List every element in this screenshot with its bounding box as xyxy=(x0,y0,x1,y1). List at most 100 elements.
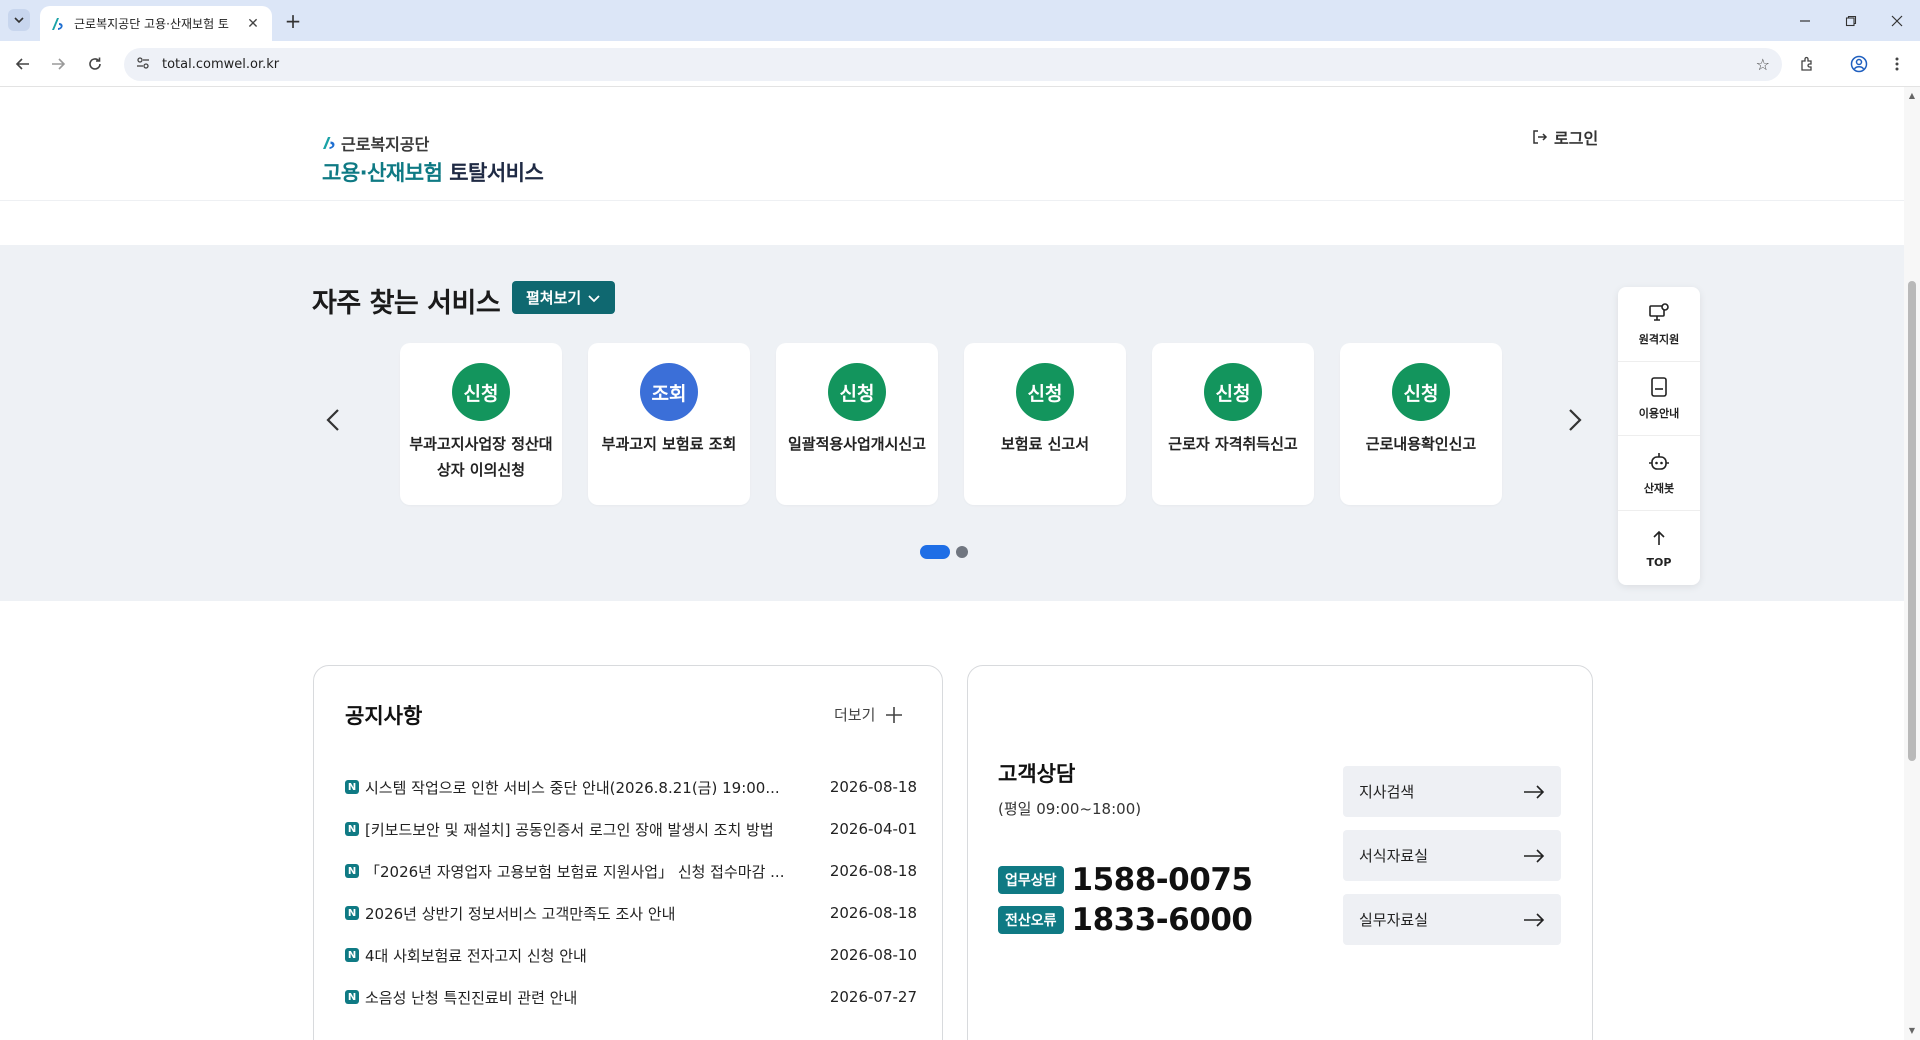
carousel-pagination xyxy=(920,545,968,559)
robot-icon xyxy=(1647,450,1671,474)
hotline-it-error: 전산오류 1833-6000 xyxy=(998,902,1253,938)
customer-service-link[interactable]: 실무자료실 xyxy=(1343,894,1561,945)
service-label: 부과고지 보험료 조회 xyxy=(601,435,737,453)
notice-row[interactable]: N 소음성 난청 특진진료비 관련 안내 2026-07-27 xyxy=(345,976,917,1018)
logo-org-name: 근로복지공단 xyxy=(341,135,430,154)
guide-icon xyxy=(1647,375,1671,399)
notice-row[interactable]: N 2026년 상반기 정보서비스 고객만족도 조사 안내 2026-08-18 xyxy=(345,892,917,934)
notice-row[interactable]: N [키보드보안 및 재설치] 공동인증서 로그인 장애 발생시 조치 방법 202… xyxy=(345,808,917,850)
notice-date: 2026-08-18 xyxy=(829,904,917,922)
scroll-down-icon[interactable]: ▼ xyxy=(1907,1026,1917,1036)
new-tab-button[interactable]: + xyxy=(280,8,306,34)
carousel-next-button[interactable] xyxy=(1560,405,1590,435)
site-logo[interactable]: 근로복지공단 고용·산재보험 토탈서비스 xyxy=(322,131,544,187)
tab-search-button[interactable] xyxy=(8,9,30,31)
notice-text[interactable]: 2026년 상반기 정보서비스 고객만족도 조사 안내 xyxy=(365,903,830,924)
remote-support-icon xyxy=(1647,301,1671,325)
hotline-number[interactable]: 1588-0075 xyxy=(1072,862,1253,898)
logo-service-suffix: 토탈서비스 xyxy=(449,161,544,185)
notice-row[interactable]: N 「2026년 자영업자 고용보험 보험료 지원사업」 신청 접수마감 ... 2… xyxy=(345,850,917,892)
hotline-badge: 전산오류 xyxy=(998,906,1064,934)
service-card[interactable]: 신청 근로자 자격취득신고 xyxy=(1152,343,1314,505)
tab-close-icon[interactable]: ✕ xyxy=(244,15,262,33)
chevron-left-icon xyxy=(326,409,339,431)
notice-list: N 시스템 작업으로 인한 서비스 중단 안내(2026.8.21(금) 19:0… xyxy=(345,766,917,1018)
notice-more-link[interactable]: 더보기 xyxy=(834,704,903,725)
new-badge: N xyxy=(345,780,359,794)
notice-date: 2026-07-27 xyxy=(829,988,917,1006)
service-card[interactable]: 신청부과고지사업장 정산대상자 이의신청 xyxy=(400,343,562,505)
customer-service-hours: (평일 09:00~18:00) xyxy=(998,800,1142,818)
notice-date: 2026-08-18 xyxy=(829,778,917,796)
notice-more-label: 더보기 xyxy=(834,706,876,724)
expand-services-button[interactable]: 펼쳐보기 xyxy=(512,281,616,314)
service-badge: 신청 xyxy=(1016,363,1074,421)
new-badge: N xyxy=(345,990,359,1004)
carousel-dot-2[interactable] xyxy=(956,546,968,558)
quick-menu-label: TOP xyxy=(1646,556,1672,570)
notice-row[interactable]: N 시스템 작업으로 인한 서비스 중단 안내(2026.8.21(금) 19:0… xyxy=(345,766,917,808)
quick-menu-item[interactable]: 산재봇 xyxy=(1618,436,1700,511)
service-card[interactable]: 신청 보험료 신고서 xyxy=(964,343,1126,505)
carousel-dot-1[interactable] xyxy=(920,545,950,559)
carousel-prev-button[interactable] xyxy=(318,405,348,435)
service-badge: 조회 xyxy=(640,363,698,421)
quick-menu-label: 원격지원 xyxy=(1638,332,1680,346)
login-label: 로그인 xyxy=(1554,129,1599,148)
quick-menu-item[interactable]: 원격지원 xyxy=(1618,287,1700,362)
customer-service-panel: 고객상담 (평일 09:00~18:00) 업무상담 1588-0075 전산오… xyxy=(967,665,1593,1040)
service-card[interactable]: 조회부과고지 보험료 조회 xyxy=(588,343,750,505)
plus-icon xyxy=(886,706,903,723)
service-badge: 신청 xyxy=(1204,363,1262,421)
service-badge: 신청 xyxy=(452,363,510,421)
customer-service-links: 지사검색서식자료실실무자료실 xyxy=(1343,766,1561,958)
extensions-icon[interactable] xyxy=(1794,51,1820,77)
notice-row[interactable]: N 4대 사회보험료 전자고지 신청 안내 2026-08-10 xyxy=(345,934,917,976)
profile-avatar-icon[interactable] xyxy=(1846,51,1872,77)
reload-icon[interactable] xyxy=(82,51,108,77)
comwel-favicon-icon xyxy=(50,16,66,32)
address-bar[interactable]: total.comwel.or.kr ☆ xyxy=(124,48,1782,81)
notice-text[interactable]: 「2026년 자영업자 고용보험 보험료 지원사업」 신청 접수마감 ... xyxy=(365,861,830,882)
browser-menu-icon[interactable] xyxy=(1884,51,1910,77)
bookmark-star-icon[interactable]: ☆ xyxy=(1756,55,1770,74)
customer-service-link[interactable]: 서식자료실 xyxy=(1343,830,1561,881)
service-label: 일괄적용사업개시신고 xyxy=(787,435,926,453)
site-info-icon[interactable] xyxy=(136,55,150,74)
link-label: 실무자료실 xyxy=(1359,911,1429,929)
hotline-business: 업무상담 1588-0075 xyxy=(998,862,1253,898)
notice-text[interactable]: 4대 사회보험료 전자고지 신청 안내 xyxy=(365,945,830,966)
service-label: 부과고지사업장 정산대상자 이의신청 xyxy=(409,435,553,479)
customer-service-link[interactable]: 지사검색 xyxy=(1343,766,1561,817)
chevron-right-icon xyxy=(1569,409,1582,431)
link-label: 서식자료실 xyxy=(1359,847,1429,865)
scroll-up-icon[interactable]: ▲ xyxy=(1907,91,1917,101)
comwel-logo-icon xyxy=(323,137,335,149)
login-button[interactable]: 로그인 xyxy=(1532,125,1598,149)
notice-text[interactable]: 시스템 작업으로 인한 서비스 중단 안내(2026.8.21(금) 19:00… xyxy=(365,777,830,798)
notice-text[interactable]: 소음성 난청 특진진료비 관련 안내 xyxy=(365,987,830,1008)
service-badge: 신청 xyxy=(1392,363,1450,421)
minimize-icon[interactable] xyxy=(1782,0,1828,41)
back-arrow-icon[interactable] xyxy=(10,51,36,77)
hotline-badge: 업무상담 xyxy=(998,866,1064,894)
restore-icon[interactable] xyxy=(1828,0,1874,41)
site-header: 근로복지공단 고용·산재보험 토탈서비스 로그인 xyxy=(0,87,1904,201)
hotline-number[interactable]: 1833-6000 xyxy=(1072,902,1253,938)
service-card[interactable]: 신청 일괄적용사업개시신고 xyxy=(776,343,938,505)
customer-service-title: 고객상담 xyxy=(998,762,1076,786)
quick-menu-item[interactable]: 이용안내 xyxy=(1618,362,1700,436)
window-close-icon[interactable] xyxy=(1874,0,1920,41)
quick-menu-item[interactable]: TOP xyxy=(1618,511,1700,586)
arrow-right-icon xyxy=(1524,848,1545,863)
page-scrollbar[interactable]: ▲ ▼ xyxy=(1904,87,1920,1040)
service-card[interactable]: 신청 근로내용확인신고 xyxy=(1340,343,1502,505)
notice-text[interactable]: [키보드보안 및 재설치] 공동인증서 로그인 장애 발생시 조치 방법 xyxy=(365,819,830,840)
browser-tab-active[interactable]: 근로복지공단 고용·산재보험 토 ✕ xyxy=(40,6,272,41)
quick-menu-label: 이용안내 xyxy=(1638,407,1680,421)
chevron-down-icon xyxy=(14,17,24,24)
quick-menu: 원격지원이용안내산재봇 TOP xyxy=(1618,287,1700,585)
forward-arrow-icon[interactable] xyxy=(45,51,71,77)
scroll-thumb[interactable] xyxy=(1908,281,1916,761)
browser-toolbar: total.comwel.or.kr ☆ xyxy=(0,41,1920,87)
